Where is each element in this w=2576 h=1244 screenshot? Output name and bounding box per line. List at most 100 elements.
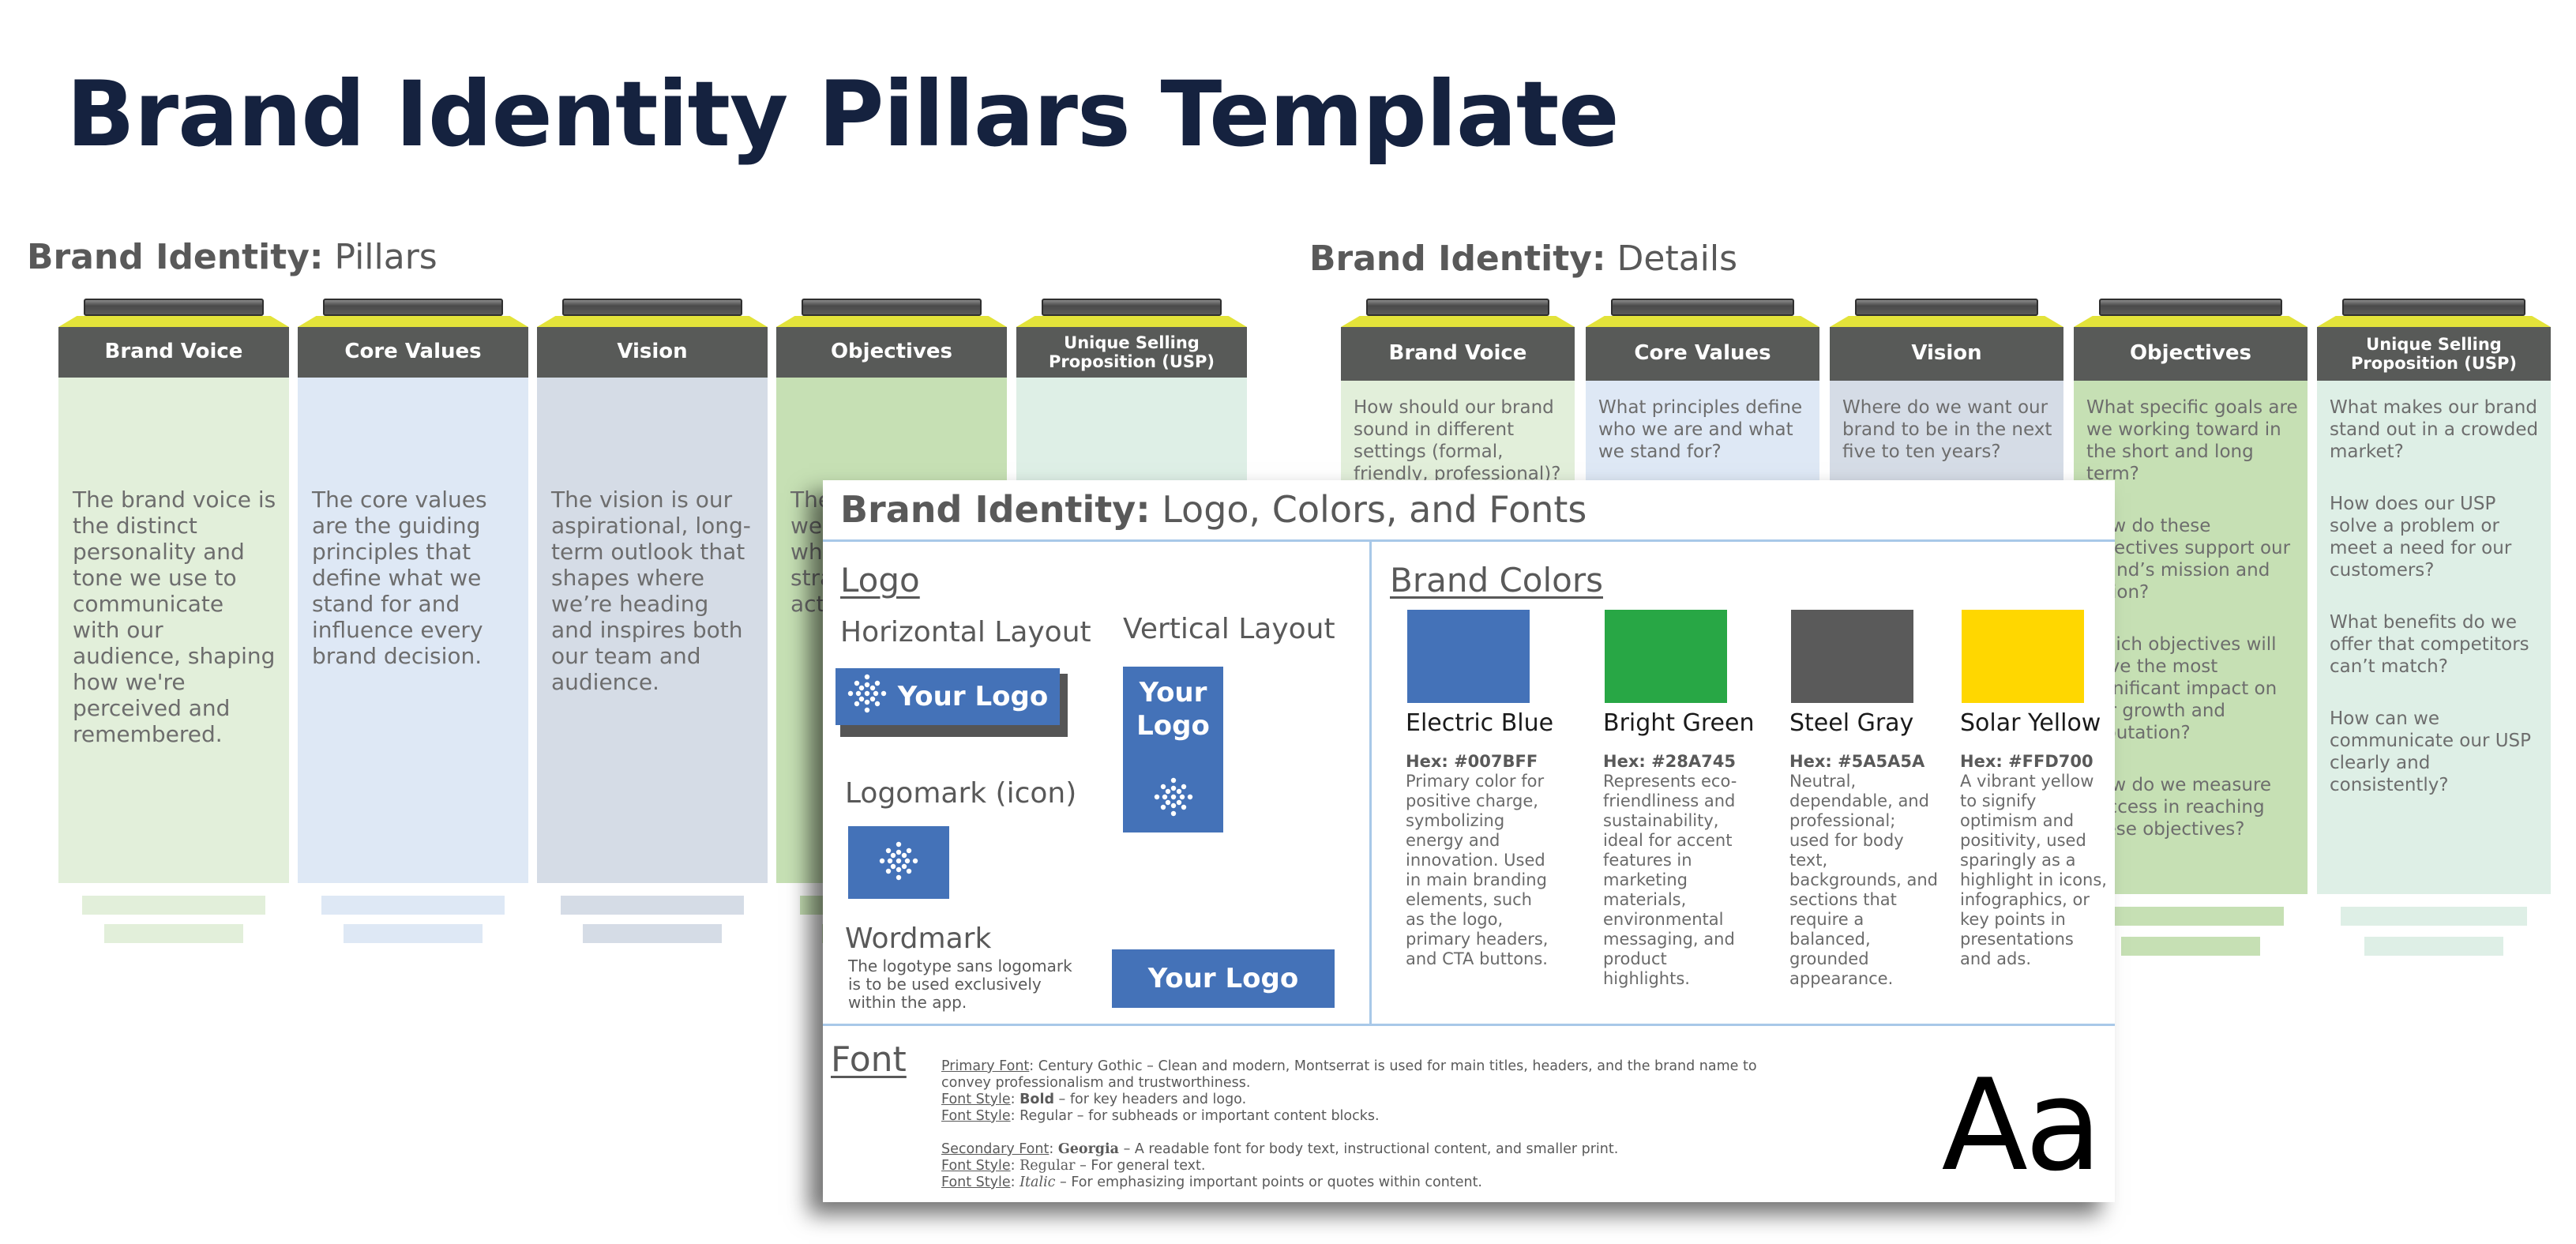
pillar-accent (2317, 316, 2551, 327)
card-title-bold: Brand Identity: (840, 488, 1151, 531)
font-style-italic-line: Font Style: Italic – For emphasizing imp… (941, 1174, 1482, 1190)
details-section-title: Brand Identity: Details (1309, 239, 1737, 279)
font-style-label: Font Style (941, 1108, 1011, 1124)
pillar-cap (323, 299, 503, 316)
card-vertical-divider (1369, 542, 1372, 1024)
vertical-logo-line1: Your (1139, 677, 1207, 708)
pillars-title-bold: Brand Identity: (27, 237, 324, 277)
font-sample: Aa (1941, 1051, 2102, 1199)
pillar-header: Brand Voice (58, 327, 289, 378)
wordmark-logo: Your Logo (1112, 949, 1335, 1008)
pillar-accent (298, 316, 528, 327)
font-style-bold: Bold (1020, 1092, 1054, 1107)
question: What makes our brand stand out in a crow… (2330, 397, 2539, 462)
pillar-header: Unique Selling Proposition (USP) (2317, 327, 2551, 381)
color-hex: Hex: #28A745 (1603, 752, 1736, 771)
font-style-bold-line: Font Style: Bold – for key headers and l… (941, 1092, 1247, 1107)
question: How do these objectives support our bran… (2086, 516, 2291, 603)
logo-colors-fonts-card: Brand Identity: Logo, Colors, and Fonts … (823, 480, 2115, 1202)
color-desc-text: A vibrant yellow to signify optimism and… (1960, 772, 2107, 968)
vertical-logo: Your Logo (1123, 667, 1223, 832)
pillar-header: Brand Voice (1341, 327, 1575, 381)
pillar-base-2 (2121, 937, 2260, 956)
pillar-accent (537, 316, 768, 327)
pillar-cap (1855, 299, 2038, 316)
pillar-base-1 (2097, 907, 2284, 926)
question: What specific goals are we working towar… (2086, 397, 2298, 484)
font-style-serif-regular: Regular (1020, 1158, 1076, 1174)
pillars-title-light: Pillars (323, 237, 437, 277)
pillar-base-2 (104, 924, 243, 943)
question: Where do we want our brand to be in the … (1842, 397, 2052, 462)
font-style-label: Font Style (941, 1092, 1011, 1107)
pillar-accent (1341, 316, 1575, 327)
color-hex: Hex: #5A5A5A (1789, 752, 1925, 771)
question: How can we communicate our USP clearly a… (2330, 708, 2532, 795)
font-style-bold-text: – for key headers and logo. (1053, 1092, 1247, 1107)
pillar-cap (1042, 299, 1222, 316)
pillar-base-1 (561, 896, 744, 915)
secondary-font-label: Secondary Font (941, 1141, 1050, 1157)
color-description: Hex: #007BFF Primary color for positive c… (1406, 752, 1556, 969)
pillar-cap (1611, 299, 1794, 316)
font-style-label: Font Style (941, 1174, 1011, 1190)
pillar-header: Unique Selling Proposition (USP) (1016, 327, 1247, 378)
color-name: Bright Green (1603, 709, 1755, 737)
card-font-divider (823, 1024, 2115, 1026)
pillar-header: Core Values (298, 327, 528, 378)
pillar-accent (776, 316, 1007, 327)
page-title: Brand Identity Pillars Template (66, 62, 1620, 167)
font-style-italic-text: – For emphasizing important points or qu… (1055, 1174, 1482, 1190)
vertical-logo-line2: Logo (1136, 710, 1210, 742)
pillar-body: The vision is our aspirational, long-ter… (537, 378, 768, 883)
color-swatch (1407, 610, 1530, 703)
pillar-header: Vision (537, 327, 768, 378)
pillar-header: Core Values (1586, 327, 1819, 381)
pillar-cap (1366, 299, 1549, 316)
font-style-italic: Italic (1020, 1174, 1056, 1190)
horizontal-logo: Your Logo (836, 668, 1060, 725)
font-heading: Font (831, 1039, 907, 1080)
horizontal-layout-label: Horizontal Layout (840, 616, 1091, 648)
font-style-serif-regular-text: – For general text. (1075, 1158, 1206, 1174)
pillar-base-1 (321, 896, 505, 915)
pillar-base-2 (2364, 937, 2503, 956)
horizontal-logo-text: Your Logo (897, 681, 1049, 712)
color-description: Hex: #5A5A5A Neutral, dependable, and pro… (1789, 752, 1940, 989)
font-style-regular-line: Font Style: Regular – for subheads or im… (941, 1108, 1794, 1125)
color-description: Hex: #28A745 Represents eco-friendliness … (1603, 752, 1753, 989)
pillar-base-2 (344, 924, 483, 943)
primary-font-text: : Century Gothic – Clean and modern, Mon… (941, 1058, 1757, 1091)
details-title-light: Details (1605, 239, 1738, 279)
color-name: Electric Blue (1406, 709, 1554, 737)
wordmark-description: The logotype sans logomark is to be used… (848, 956, 1072, 1012)
brand-colors-heading: Brand Colors (1390, 561, 1603, 599)
color-hex: Hex: #007BFF (1406, 752, 1538, 771)
pillar-base-1 (82, 896, 265, 915)
color-desc-text: Primary color for positive charge, symbo… (1406, 772, 1549, 968)
pillar-header: Objectives (776, 327, 1007, 378)
font-description: Primary Font: Century Gothic – Clean and… (941, 1058, 1794, 1191)
question: What benefits do we offer that competito… (2330, 612, 2529, 677)
color-swatch (1791, 610, 1913, 703)
pillar-base-2 (583, 924, 722, 943)
font-style-serif-regular-line: Font Style: Regular – For general text. (941, 1158, 1206, 1174)
pillar-header: Objectives (2074, 327, 2308, 381)
color-swatch (1962, 610, 2084, 703)
pillars-section-title: Brand Identity: Pillars (27, 237, 437, 277)
card-title: Brand Identity: Logo, Colors, and Fonts (840, 488, 1587, 531)
pillar-body: The brand voice is the distinct personal… (58, 378, 289, 883)
question: How should our brand sound in different … (1354, 397, 1561, 484)
pillar-accent (1830, 316, 2063, 327)
color-name: Solar Yellow (1960, 709, 2101, 737)
pillar-cap (84, 299, 264, 316)
pillar-accent (58, 316, 289, 327)
starburst-dots-icon (879, 841, 918, 884)
logomark (848, 826, 949, 899)
question: How does our USP solve a problem or meet… (2330, 494, 2512, 581)
pillar-cap (2099, 299, 2282, 316)
vertical-layout-label: Vertical Layout (1123, 613, 1335, 645)
color-description: Hex: #FFD700 A vibrant yellow to signify … (1960, 752, 2110, 969)
card-header-divider (823, 539, 2115, 542)
logo-heading: Logo (840, 561, 920, 599)
